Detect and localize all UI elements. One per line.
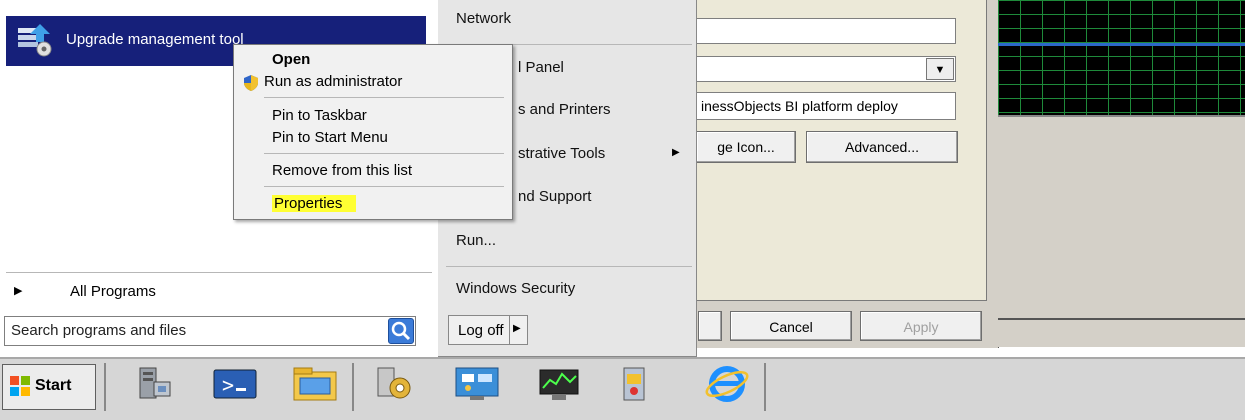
divider bbox=[998, 318, 1245, 320]
ctx-open[interactable]: Open bbox=[272, 51, 310, 68]
upgrade-tool-icon bbox=[16, 22, 54, 58]
separator bbox=[446, 266, 692, 267]
change-icon-button[interactable]: ge Icon... bbox=[696, 131, 796, 163]
ctx-run-as-admin[interactable]: Run as administrator bbox=[264, 73, 402, 90]
logoff-label: Log off bbox=[458, 322, 504, 339]
ctx-pin-start-menu[interactable]: Pin to Start Menu bbox=[272, 129, 388, 146]
separator bbox=[6, 272, 432, 273]
divider bbox=[352, 363, 354, 411]
divider bbox=[764, 363, 766, 411]
ctx-properties[interactable]: Properties bbox=[272, 195, 357, 212]
svg-text:>: > bbox=[222, 373, 234, 397]
target-field[interactable]: inessObjects BI platform deploy bbox=[696, 92, 956, 120]
context-menu: Open Run as administrator Pin to Taskbar… bbox=[233, 44, 513, 220]
windows-logo-icon bbox=[9, 375, 31, 397]
graph-line bbox=[998, 43, 1245, 46]
server-manager-icon[interactable] bbox=[128, 364, 178, 404]
internet-explorer-icon[interactable] bbox=[702, 362, 752, 402]
divider bbox=[104, 363, 106, 411]
performance-monitor-icon[interactable] bbox=[534, 364, 584, 404]
run-link[interactable]: Run... bbox=[456, 232, 496, 249]
triangle-right-icon: ▶ bbox=[672, 147, 680, 158]
separator bbox=[264, 153, 504, 154]
pinned-item-label: Upgrade management tool bbox=[66, 31, 244, 48]
graph-footer bbox=[998, 115, 1245, 347]
name-field[interactable] bbox=[696, 18, 956, 44]
devices-printers-link[interactable]: s and Printers bbox=[518, 101, 611, 118]
separator bbox=[264, 186, 504, 187]
help-support-link[interactable]: nd Support bbox=[518, 188, 591, 205]
search-input[interactable]: Search programs and files bbox=[4, 316, 416, 346]
apply-button[interactable]: Apply bbox=[860, 311, 982, 341]
ok-button-partial[interactable] bbox=[698, 311, 722, 341]
triangle-right-icon: ▶ bbox=[14, 285, 23, 297]
windows-security-link[interactable]: Windows Security bbox=[456, 280, 575, 297]
ctx-remove-list[interactable]: Remove from this list bbox=[272, 162, 412, 179]
ctx-pin-taskbar[interactable]: Pin to Taskbar bbox=[272, 107, 367, 124]
security-icon[interactable] bbox=[610, 364, 660, 404]
search-icon[interactable] bbox=[388, 318, 414, 344]
divider bbox=[509, 316, 510, 344]
control-panel-link[interactable]: l Panel bbox=[518, 59, 564, 76]
chevron-down-icon[interactable]: ▼ bbox=[926, 58, 954, 80]
uac-shield-icon bbox=[242, 74, 260, 92]
settings-icon[interactable] bbox=[370, 364, 420, 404]
powershell-icon[interactable]: > bbox=[210, 364, 260, 404]
start-button[interactable]: Start bbox=[2, 364, 96, 410]
logoff-button[interactable]: Log off ▶ bbox=[448, 315, 528, 345]
triangle-right-icon[interactable]: ▶ bbox=[513, 323, 521, 334]
cancel-button[interactable]: Cancel bbox=[730, 311, 852, 341]
start-label: Start bbox=[35, 377, 72, 394]
separator bbox=[264, 97, 504, 98]
all-programs-label: All Programs bbox=[70, 283, 156, 300]
run-dropdown[interactable]: ▼ bbox=[696, 56, 956, 82]
admin-tools-link[interactable]: strative Tools bbox=[518, 145, 605, 162]
network-link[interactable]: Network bbox=[456, 10, 511, 27]
advanced-button[interactable]: Advanced... bbox=[806, 131, 958, 163]
explorer-icon[interactable] bbox=[290, 364, 340, 404]
control-panel-icon[interactable] bbox=[452, 364, 502, 404]
performance-grid bbox=[998, 0, 1245, 115]
all-programs-item[interactable]: ▶ All Programs bbox=[6, 276, 432, 308]
